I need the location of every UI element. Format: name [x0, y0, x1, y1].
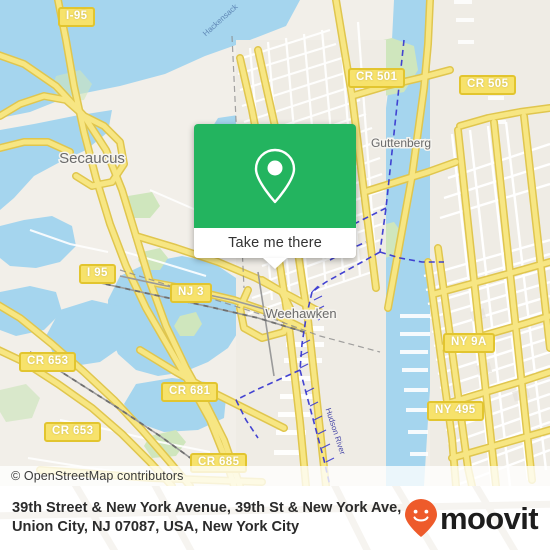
route-shield-label: NY 495 — [435, 404, 476, 416]
moovit-brand: moovit — [404, 498, 542, 538]
location-popup[interactable]: Take me there — [194, 124, 356, 269]
route-shield-label: CR 653 — [27, 355, 69, 367]
moovit-smiley-pin-icon — [404, 499, 437, 537]
moovit-map-card: Secaucus Guttenberg Weehawken Hackensack Hud… — [0, 0, 550, 550]
map-attribution: © OpenStreetMap contributors — [0, 466, 550, 486]
popup-pointer — [263, 258, 287, 269]
route-shield-label: NY 9A — [451, 336, 487, 348]
route-shield-label: CR 653 — [52, 425, 94, 437]
route-shield: NY 9A — [443, 333, 495, 353]
take-me-there-label: Take me there — [228, 235, 322, 251]
address-title: 39th Street & New York Avenue, 39th St &… — [12, 500, 402, 535]
take-me-there-button[interactable]: Take me there — [194, 228, 356, 269]
route-shield: CR 501 — [348, 68, 406, 88]
route-shield-label: NJ 3 — [178, 286, 204, 298]
attribution-text: © OpenStreetMap contributors — [11, 469, 184, 483]
location-pin-icon — [254, 148, 296, 204]
route-shield-label: I 95 — [87, 267, 108, 279]
route-shield-label: I-95 — [66, 10, 88, 22]
place-label: Weehawken — [265, 306, 336, 321]
route-shield: NY 495 — [427, 401, 484, 421]
map-canvas[interactable]: Secaucus Guttenberg Weehawken Hackensack Hud… — [0, 0, 550, 486]
route-shield: I 95 — [79, 264, 116, 284]
route-shield-label: CR 505 — [467, 78, 509, 90]
place-label: Secaucus — [59, 150, 125, 167]
route-shield: I-95 — [58, 7, 96, 27]
route-shield: CR 653 — [44, 422, 102, 442]
route-shield: CR 653 — [19, 352, 77, 372]
popup-header — [194, 124, 356, 228]
route-shield-label: CR 681 — [169, 385, 211, 397]
route-shield: NJ 3 — [170, 283, 212, 303]
moovit-wordmark: moovit — [439, 500, 539, 536]
route-shield: CR 681 — [161, 382, 219, 402]
route-shield: CR 505 — [459, 75, 517, 95]
footer-bar: 39th Street & New York Avenue, 39th St &… — [0, 486, 550, 550]
place-label: Guttenberg — [371, 136, 431, 150]
route-shield-label: CR 501 — [356, 71, 398, 83]
